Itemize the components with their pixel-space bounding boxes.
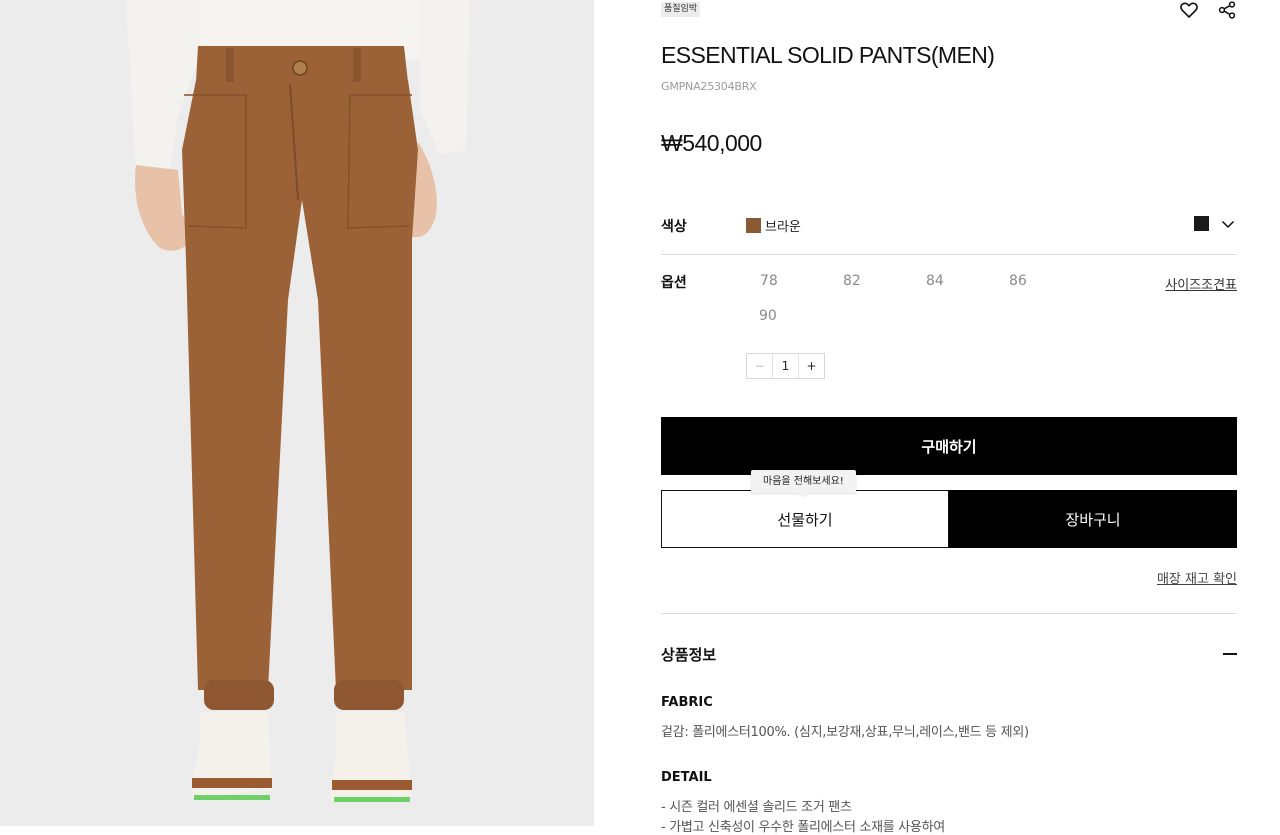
product-price: ₩540,000 [661,130,762,156]
size-option-86[interactable]: 86 [1009,273,1027,289]
quantity-stepper: − 1 + [746,353,825,379]
product-info-panel: 품질임박 ESSENTIAL SOLID PANTS(MEN) GMPNA253… [661,0,1237,835]
color-select-swatch [1194,216,1209,231]
size-chart-link[interactable]: 사이즈조견표 [1165,274,1237,293]
quantity-decrease-button[interactable]: − [747,354,773,378]
cart-button[interactable]: 장바구니 [949,490,1237,548]
fabric-title: FABRIC [661,695,713,710]
minus-icon[interactable] [1223,653,1237,655]
color-dropdown[interactable] [1194,214,1235,233]
option-label: 옵션 [661,275,687,291]
quantity-value[interactable]: 1 [773,354,798,378]
quantity-increase-button[interactable]: + [798,354,824,378]
fabric-text: 겉감: 폴리에스터100%. (심지,보강재,상표,무늬,레이스,밴드 등 제외… [661,725,1029,740]
size-option-82[interactable]: 82 [843,273,861,289]
heart-icon[interactable] [1179,0,1199,20]
chevron-down-icon [1221,214,1235,233]
gift-tooltip: 마음을 전해보세요! [751,470,856,498]
color-swatch [746,218,761,233]
color-name: 브라운 [765,220,801,235]
size-option-84[interactable]: 84 [926,273,944,289]
color-option[interactable]: 브라운 [746,216,801,235]
product-photo-illustration [0,0,594,826]
product-sku: GMPNA25304BRX [661,80,757,93]
quality-badge: 품질임박 [661,2,701,17]
buy-button[interactable]: 구매하기 [661,417,1237,475]
divider [661,613,1237,614]
color-label: 색상 [661,219,687,235]
product-title: ESSENTIAL SOLID PANTS(MEN) [661,42,995,68]
size-option-90[interactable]: 90 [759,308,777,324]
size-option-78[interactable]: 78 [760,273,778,289]
store-stock-link[interactable]: 매장 재고 확인 [1157,568,1237,587]
detail-title: DETAIL [661,770,712,785]
detail-line: - 시즌 컬러 에센셜 솔리드 조거 팬츠 [661,800,852,815]
share-icon[interactable] [1217,0,1237,20]
product-info-title[interactable]: 상품정보 [661,644,716,665]
gift-button[interactable]: 선물하기 [661,490,949,548]
divider [661,254,1237,255]
product-image [0,0,594,826]
header-actions [1179,0,1237,20]
